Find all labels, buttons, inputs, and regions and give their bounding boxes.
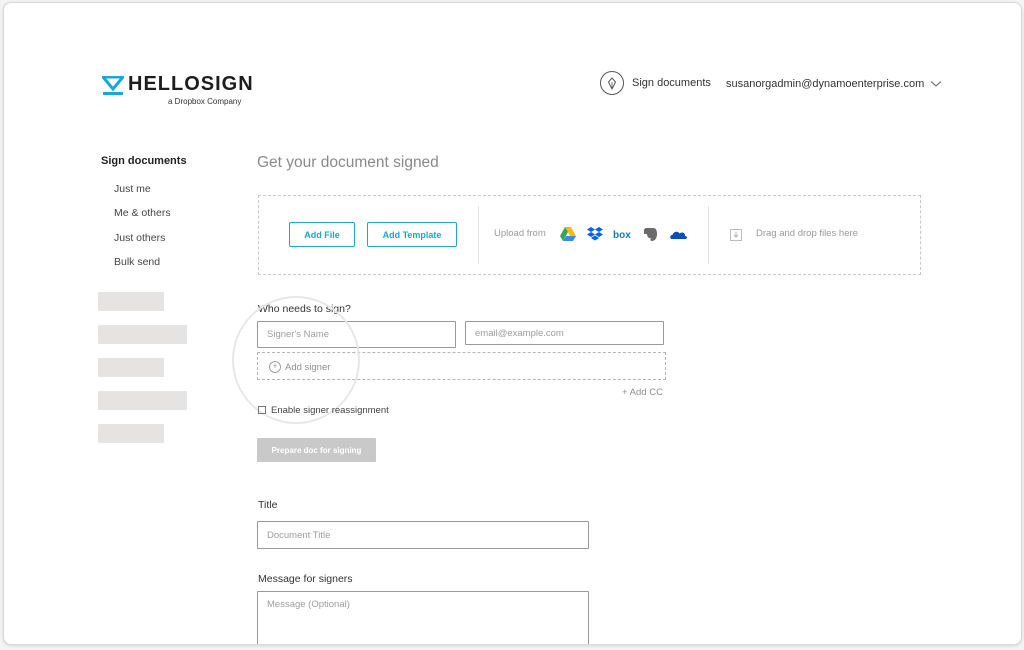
signer-reassignment-checkbox[interactable] [258, 406, 266, 414]
evernote-icon[interactable] [642, 226, 660, 242]
divider [708, 206, 709, 264]
sidebar-placeholder [98, 391, 187, 410]
sidebar-item-just-me[interactable]: Just me [114, 183, 151, 195]
document-title-input[interactable] [257, 521, 589, 549]
box-icon[interactable]: box [613, 226, 633, 242]
pen-nib-icon [600, 71, 624, 95]
sidebar-item-just-others[interactable]: Just others [114, 232, 165, 244]
page-title: Get your document signed [257, 154, 439, 171]
plus-circle-icon: + [269, 361, 281, 373]
sidebar-placeholder [98, 358, 164, 377]
svg-text:box: box [613, 230, 631, 241]
chevron-down-icon [930, 81, 942, 87]
divider [478, 206, 479, 264]
message-label: Message for signers [258, 573, 353, 585]
title-label: Title [258, 499, 278, 511]
message-textarea[interactable] [257, 591, 589, 644]
sidebar-item-bulk-send[interactable]: Bulk send [114, 256, 160, 268]
signer-reassignment-label[interactable]: Enable signer reassignment [271, 405, 389, 416]
sidebar-placeholder [98, 292, 164, 311]
brand-subtitle: a Dropbox Company [168, 97, 242, 106]
signer-email-input[interactable] [465, 321, 664, 345]
add-signer-content: + Add signer [269, 361, 330, 373]
header-sign-documents-link[interactable]: Sign documents [600, 71, 711, 95]
add-signer-button[interactable]: + Add signer [257, 352, 666, 380]
add-file-button[interactable]: Add File [289, 222, 355, 247]
sidebar-title[interactable]: Sign documents [101, 155, 187, 167]
app-window: HELLOSIGN a Dropbox Company Sign documen… [3, 2, 1022, 645]
upload-from-label: Upload from [494, 228, 546, 239]
drag-and-drop-label: Drag and drop files here [756, 228, 858, 239]
hellosign-logo-icon [102, 76, 124, 95]
signer-name-input[interactable] [257, 321, 456, 348]
user-email: susanorgadmin@dynamoenterprise.com [726, 78, 925, 90]
upload-area: Add File Add Template Upload from box Dr… [258, 195, 921, 275]
brand-name: HELLOSIGN [128, 73, 254, 95]
download-arrow-icon [730, 229, 742, 241]
add-cc-link[interactable]: + Add CC [622, 387, 663, 398]
sidebar-placeholder [98, 325, 187, 344]
sidebar-placeholder [98, 424, 164, 443]
header-sign-documents-label: Sign documents [632, 77, 711, 89]
dropbox-icon[interactable] [586, 226, 604, 242]
user-menu[interactable]: susanorgadmin@dynamoenterprise.com [726, 78, 942, 90]
add-template-button[interactable]: Add Template [367, 222, 457, 247]
sidebar-item-me-and-others[interactable]: Me & others [114, 207, 171, 219]
signers-label: Who needs to sign? [258, 303, 351, 315]
google-drive-icon[interactable] [559, 226, 577, 242]
add-signer-label: Add signer [285, 361, 331, 373]
onedrive-icon[interactable] [669, 226, 688, 242]
prepare-doc-button[interactable]: Prepare doc for signing [257, 438, 376, 462]
